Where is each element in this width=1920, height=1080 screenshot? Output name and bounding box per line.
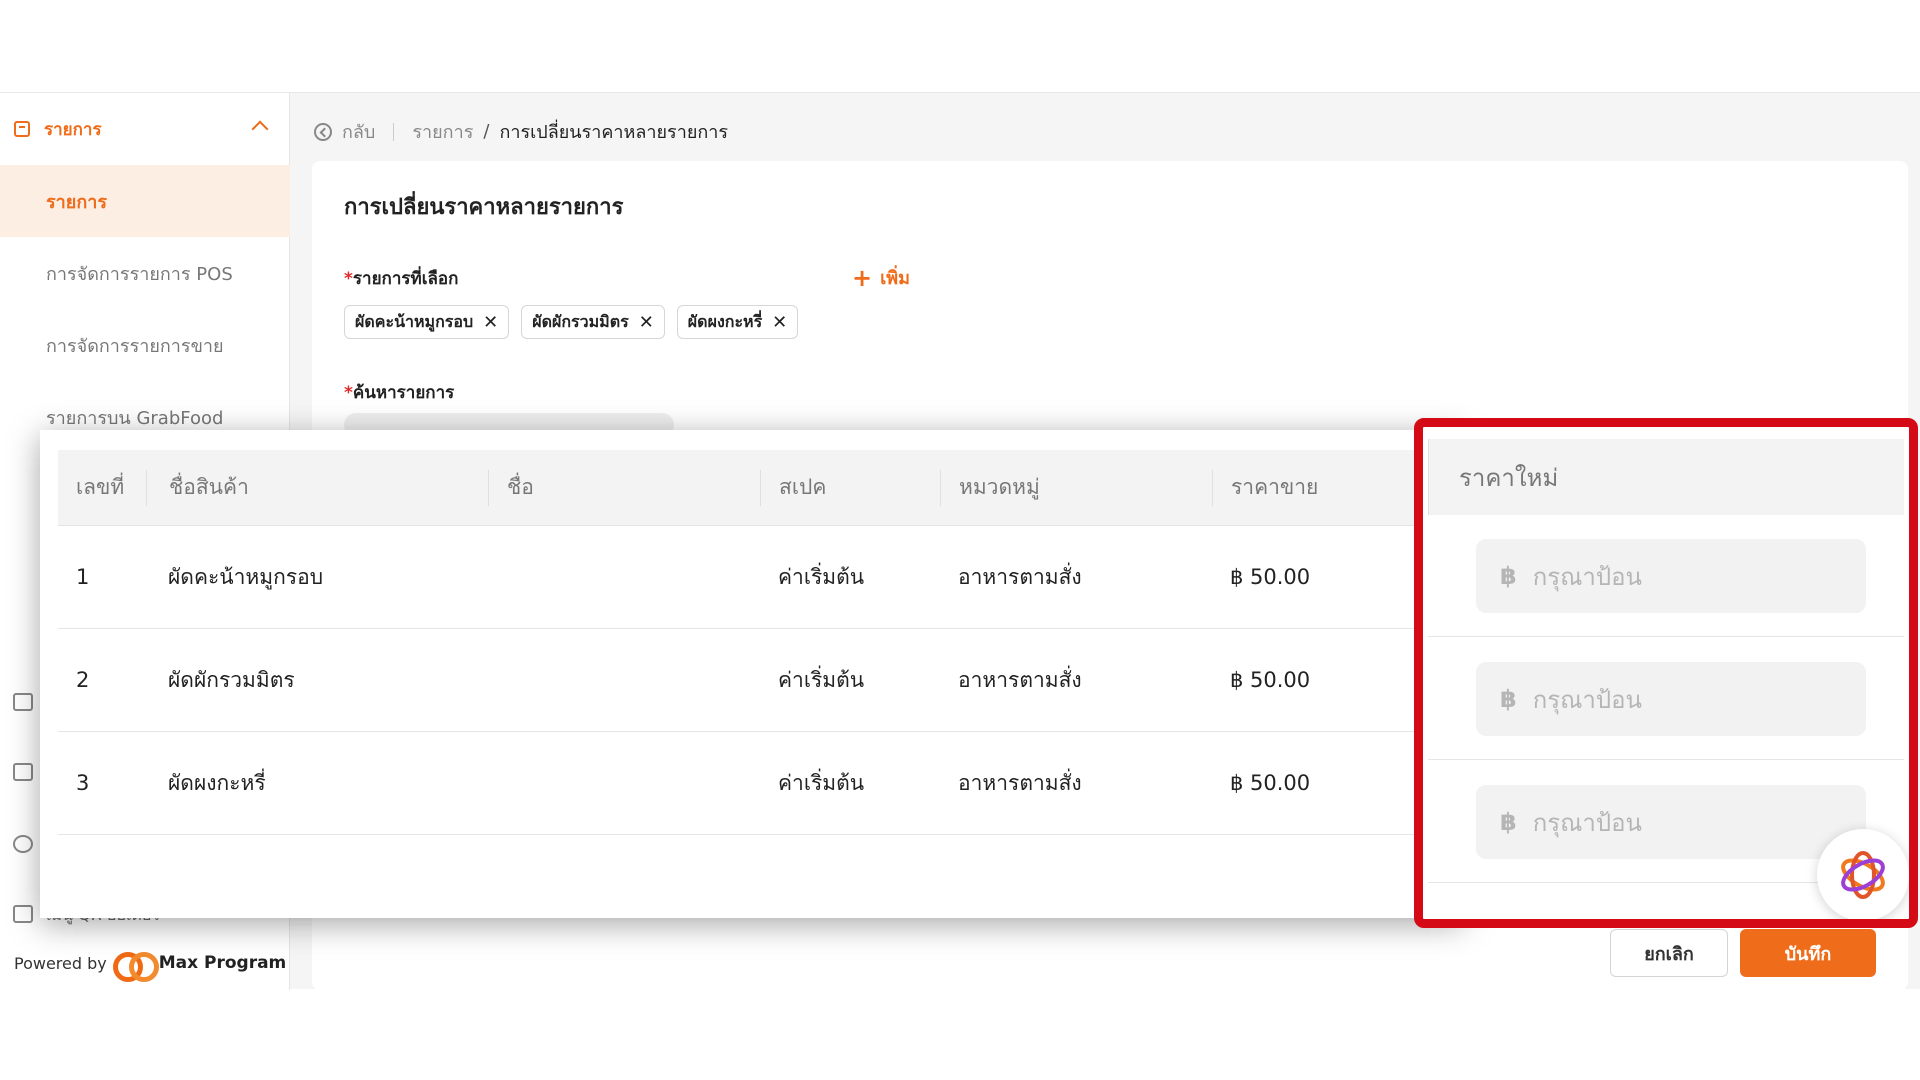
chip-label: ผัดผงกะหรี่ — [687, 311, 763, 331]
list-icon — [14, 121, 30, 137]
cell-category: อาหารตามสั่ง — [958, 770, 1082, 795]
breadcrumb-current: การเปลี่ยนราคาหลายรายการ — [499, 122, 729, 143]
col-header-price: ราคาขาย — [1212, 469, 1448, 506]
divider — [393, 122, 395, 141]
new-price-input[interactable]: ฿ กรุณาป้อน — [1476, 662, 1866, 736]
col-header-product: ชื่อสินค้า — [146, 469, 488, 506]
breadcrumb-parent[interactable]: รายการ — [412, 117, 473, 146]
table-row: 2 ผัดผักรวมมิตร ค่าเริ่มต้น อาหารตามสั่ง… — [58, 629, 1448, 732]
new-price-row: ฿ กรุณาป้อน — [1428, 515, 1904, 637]
table-header: เลขที่ ชื่อสินค้า ชื่อ สเปค หมวดหมู่ ราค… — [58, 450, 1448, 526]
currency-symbol: ฿ — [1500, 808, 1517, 836]
store-icon[interactable] — [13, 693, 33, 711]
add-item-label: เพิ่ม — [880, 268, 910, 289]
assistant-button[interactable] — [1817, 829, 1909, 919]
col-header-num: เลขที่ — [76, 475, 125, 499]
cell-price: ฿ 50.00 — [1230, 771, 1311, 795]
page-title: การเปลี่ยนราคาหลายรายการ — [344, 195, 624, 220]
max-program-logo-icon — [112, 950, 159, 982]
sidebar-item-label: รายการบน GrabFood — [46, 407, 224, 429]
sidebar-group-label: รายการ — [44, 119, 102, 140]
settings-icon[interactable] — [13, 835, 33, 853]
chip-label: ผัดผักรวมมิตร — [532, 311, 629, 331]
new-price-row: ฿ กรุณาป้อน — [1428, 638, 1904, 760]
col-header-category: หมวดหมู่ — [940, 469, 1212, 506]
search-items-label-text: ค้นหารายการ — [352, 383, 455, 403]
cell-product: ผัดคะน้าหมูกรอบ — [168, 564, 324, 589]
table-row: 1 ผัดคะน้าหมูกรอบ ค่าเริ่มต้น อาหารตามสั… — [58, 526, 1448, 629]
qr-order-icon[interactable] — [13, 905, 33, 923]
chip-item: ผัดผงกะหรี่ ✕ — [676, 305, 799, 339]
brand-name: Max Program — [158, 953, 287, 973]
sidebar-group-items[interactable]: รายการ — [0, 93, 290, 165]
chip-label: ผัดคะน้าหมูกรอบ — [355, 311, 474, 331]
new-price-input[interactable]: ฿ กรุณาป้อน — [1476, 539, 1866, 613]
sidebar-item-items[interactable]: รายการ — [0, 165, 290, 237]
cell-num: 2 — [76, 668, 90, 692]
selected-items-label: *รายการที่เลือก — [344, 265, 458, 292]
input-placeholder: กรุณาป้อน — [1532, 685, 1642, 714]
save-button[interactable]: บันทึก — [1740, 929, 1876, 977]
new-price-column-highlight: ราคาใหม่ ฿ กรุณาป้อน ฿ กรุณาป้อน ฿ กรุณา… — [1414, 418, 1918, 928]
sidebar-item-pos[interactable]: การจัดการรายการ POS — [0, 237, 290, 309]
sidebar-item-label: การจัดการรายการ POS — [46, 263, 233, 285]
cell-price: ฿ 50.00 — [1230, 668, 1311, 692]
close-icon[interactable]: ✕ — [483, 312, 498, 333]
selected-items-label-text: รายการที่เลือก — [352, 269, 459, 289]
breadcrumb-separator: / — [483, 121, 490, 142]
new-price-input[interactable]: ฿ กรุณาป้อน — [1476, 785, 1866, 859]
selected-chips: ผัดคะน้าหมูกรอบ ✕ ผัดผักรวมมิตร ✕ ผัดผงก… — [344, 305, 799, 339]
chip-item: ผัดผักรวมมิตร ✕ — [521, 305, 665, 339]
input-placeholder: กรุณาป้อน — [1532, 562, 1642, 591]
required-mark: * — [344, 269, 353, 289]
chip-item: ผัดคะน้าหมูกรอบ ✕ — [344, 305, 510, 339]
plus-icon: + — [852, 264, 873, 292]
currency-symbol: ฿ — [1500, 685, 1517, 713]
currency-symbol: ฿ — [1500, 562, 1517, 590]
cell-spec: ค่าเริ่มต้น — [778, 564, 865, 589]
sidebar-item-label: รายการ — [46, 191, 107, 213]
breadcrumb: กลับ รายการ / การเปลี่ยนราคาหลายรายการ — [314, 117, 728, 146]
col-header-new-price: ราคาใหม่ — [1428, 439, 1904, 515]
receipt-icon[interactable] — [13, 763, 33, 781]
back-link[interactable]: กลับ — [342, 117, 375, 146]
back-icon[interactable] — [314, 122, 332, 141]
cell-product: ผัดผงกะหรี่ — [168, 770, 266, 795]
add-item-button[interactable]: + เพิ่ม — [852, 263, 910, 292]
chevron-up-icon[interactable] — [251, 120, 269, 138]
cell-category: อาหารตามสั่ง — [958, 667, 1082, 692]
sidebar-item-sales[interactable]: การจัดการรายการขาย — [0, 309, 290, 381]
col-header-spec: สเปค — [760, 469, 940, 506]
col-header-name: ชื่อ — [488, 469, 760, 506]
powered-by-text: Powered by — [14, 953, 107, 973]
input-placeholder: กรุณาป้อน — [1532, 808, 1642, 837]
cell-spec: ค่าเริ่มต้น — [778, 770, 865, 795]
cell-num: 1 — [76, 565, 90, 589]
cell-category: อาหารตามสั่ง — [958, 564, 1082, 589]
sidebar-item-label: การจัดการรายการขาย — [46, 335, 224, 357]
zoomed-table-panel: เลขที่ ชื่อสินค้า ชื่อ สเปค หมวดหมู่ ราค… — [40, 430, 1464, 918]
close-icon[interactable]: ✕ — [772, 312, 787, 333]
powered-by: Powered by Max Program — [14, 950, 287, 982]
cell-product: ผัดผักรวมมิตร — [168, 667, 295, 692]
close-icon[interactable]: ✕ — [639, 312, 654, 333]
cell-num: 3 — [76, 771, 90, 795]
price-table: เลขที่ ชื่อสินค้า ชื่อ สเปค หมวดหมู่ ราค… — [58, 450, 1448, 835]
table-row: 3 ผัดผงกะหรี่ ค่าเริ่มต้น อาหารตามสั่ง ฿… — [58, 732, 1448, 835]
cell-spec: ค่าเริ่มต้น — [778, 667, 865, 692]
cancel-button[interactable]: ยกเลิก — [1610, 929, 1728, 977]
required-mark: * — [344, 383, 353, 403]
cell-price: ฿ 50.00 — [1230, 565, 1311, 589]
ai-assistant-icon — [1841, 851, 1885, 899]
search-items-label: *ค้นหารายการ — [344, 379, 454, 406]
